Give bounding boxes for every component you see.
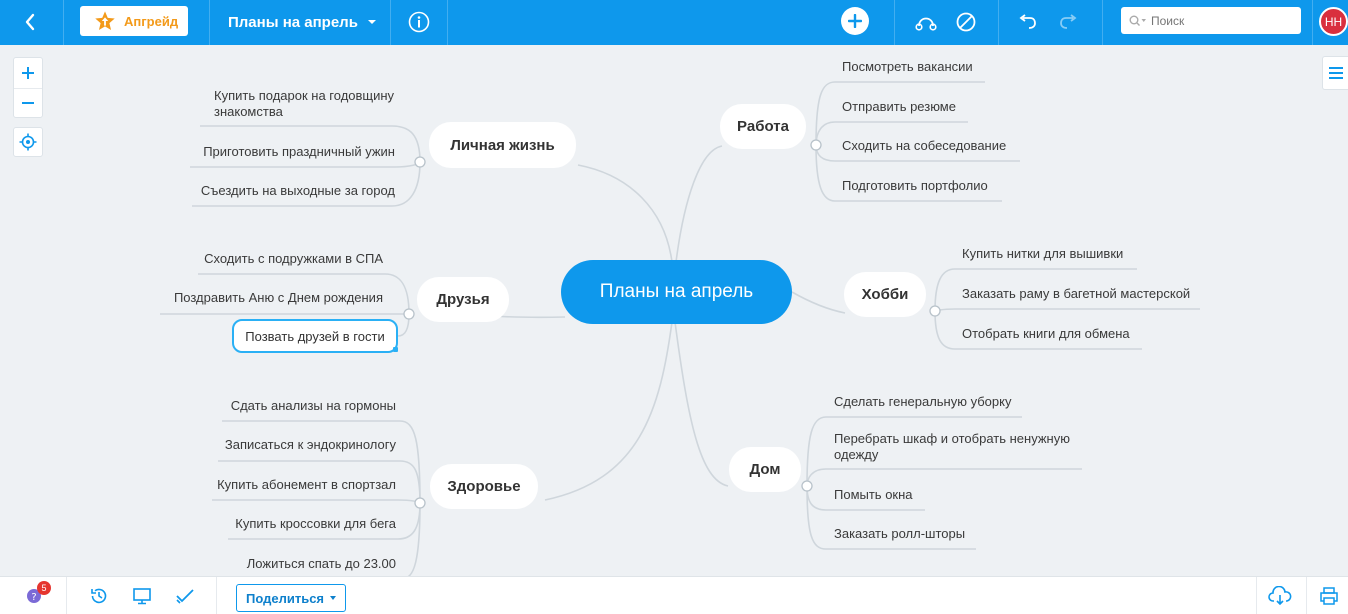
back-button[interactable]: [10, 7, 50, 37]
subtopic[interactable]: Купить нитки для вышивки: [962, 246, 1202, 262]
plus-icon: [841, 7, 869, 35]
subtopic[interactable]: Поздравить Аню с Днем рождения: [160, 290, 383, 306]
subtopic[interactable]: Перебрать шкаф и отобрать ненужную одежд…: [834, 431, 1079, 463]
subtopic[interactable]: Заказать раму в багетной мастерской: [962, 286, 1202, 302]
subtopic[interactable]: Сходить на собеседование: [842, 138, 1042, 154]
redo-icon: [1060, 14, 1077, 29]
relation-icon: [915, 17, 937, 31]
history-button[interactable]: [84, 577, 114, 614]
share-button[interactable]: Поделиться: [236, 584, 346, 612]
download-button[interactable]: [1264, 577, 1296, 614]
subtopic[interactable]: Сдать анализы на гормоны: [200, 398, 396, 414]
subtopic[interactable]: Заказать ролл-шторы: [834, 526, 1079, 542]
collapse-handle[interactable]: [929, 305, 941, 317]
topic-hobby[interactable]: Хобби: [844, 272, 926, 317]
subtopic[interactable]: Приготовить праздничный ужин: [180, 144, 395, 160]
printer-icon: [1320, 587, 1338, 605]
redo-button[interactable]: [1054, 7, 1082, 37]
collapse-handle[interactable]: [414, 156, 426, 168]
selected-subtopic[interactable]: Позвать друзей в гости: [232, 319, 398, 353]
map-title-dropdown[interactable]: Планы на апрель: [210, 7, 390, 37]
toolbar-divider: [894, 0, 895, 45]
search-icon: [1129, 15, 1146, 26]
info-icon: [408, 11, 430, 33]
topic-friends[interactable]: Друзья: [417, 277, 509, 322]
undo-icon: [1019, 14, 1036, 29]
toolbar-divider: [66, 577, 67, 614]
add-topic-button[interactable]: [840, 6, 870, 36]
star-icon: [95, 11, 115, 30]
caret-down-icon: [367, 20, 376, 24]
toolbar-divider: [447, 0, 448, 45]
chevron-left-icon: [25, 13, 35, 31]
central-topic[interactable]: Планы на апрель: [561, 260, 792, 324]
subtopic[interactable]: Подготовить портфолио: [842, 178, 1042, 194]
subtopic[interactable]: Съездить на выходные за город: [180, 183, 395, 199]
relation-button[interactable]: [912, 7, 940, 37]
subtopic[interactable]: Отобрать книги для обмена: [962, 326, 1202, 342]
top-toolbar: Апгрейд Планы на апрель НН: [0, 0, 1348, 45]
search-input[interactable]: [1151, 13, 1281, 28]
print-button[interactable]: [1314, 577, 1344, 614]
toolbar-divider: [216, 577, 217, 614]
subtopic[interactable]: Купить подарок на годовщину знакомства: [214, 88, 404, 120]
disable-button[interactable]: [952, 7, 980, 37]
checkmark-icon: [176, 589, 194, 604]
undo-button[interactable]: [1014, 7, 1042, 37]
subtopic[interactable]: Купить кроссовки для бега: [200, 516, 396, 532]
subtopic[interactable]: Сходить с подружками в СПА: [160, 251, 383, 267]
tasks-button[interactable]: [170, 577, 200, 614]
toolbar-divider: [1102, 0, 1103, 45]
presentation-button[interactable]: [127, 577, 157, 614]
upgrade-button[interactable]: Апгрейд: [80, 6, 188, 36]
toolbar-divider: [998, 0, 999, 45]
toolbar-divider: [1312, 0, 1313, 45]
subtopic[interactable]: Сделать генеральную уборку: [834, 394, 1079, 410]
search-box: [1121, 7, 1301, 34]
subtopic[interactable]: Записаться к эндокринологу: [200, 437, 396, 453]
upgrade-label: Апгрейд: [124, 13, 179, 29]
share-label: Поделиться: [245, 590, 325, 606]
user-avatar[interactable]: НН: [1319, 7, 1348, 36]
topic-home[interactable]: Дом: [729, 447, 801, 492]
topic-personal-life[interactable]: Личная жизнь: [429, 122, 576, 168]
prohibited-icon: [956, 12, 976, 32]
collapse-handle[interactable]: [801, 480, 813, 492]
collapse-handle[interactable]: [810, 139, 822, 151]
toolbar-divider: [390, 0, 391, 45]
subtopic[interactable]: Посмотреть вакансии: [842, 59, 1042, 75]
svg-text:?: ?: [31, 592, 36, 603]
subtopic[interactable]: Помыть окна: [834, 487, 1079, 503]
topic-health[interactable]: Здоровье: [430, 464, 538, 509]
cloud-download-icon: [1268, 586, 1292, 606]
collapse-handle[interactable]: [414, 497, 426, 509]
map-title: Планы на апрель: [228, 13, 358, 31]
resize-handle[interactable]: [393, 347, 398, 352]
toolbar-divider: [63, 0, 64, 45]
topic-work[interactable]: Работа: [720, 104, 806, 149]
bottom-toolbar: ? 5 Поделиться: [0, 576, 1348, 614]
notification-badge: 5: [37, 581, 51, 595]
subtopic[interactable]: Купить абонемент в спортзал: [200, 477, 396, 493]
subtopic[interactable]: Ложиться спать до 23.00: [200, 556, 396, 572]
collapse-handle[interactable]: [403, 308, 415, 320]
toolbar-divider: [1256, 577, 1257, 614]
monitor-icon: [133, 588, 151, 605]
toolbar-divider: [1306, 577, 1307, 614]
caret-down-icon: [330, 596, 337, 600]
info-button[interactable]: [406, 7, 432, 37]
subtopic[interactable]: Отправить резюме: [842, 99, 1042, 115]
history-icon: [91, 588, 107, 604]
